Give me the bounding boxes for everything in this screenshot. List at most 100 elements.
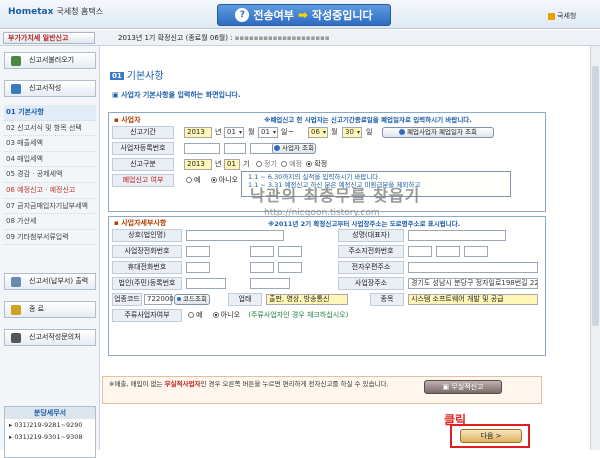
period-start-month[interactable]: 01 bbox=[224, 127, 244, 138]
closing-no-radio[interactable] bbox=[210, 177, 217, 183]
day-unit: 일 bbox=[281, 128, 288, 136]
regular-radio[interactable] bbox=[256, 161, 262, 167]
menu-item-scheduled[interactable]: 06 예정신고 · 예정신고 bbox=[4, 183, 96, 199]
bizno-part-1[interactable] bbox=[184, 143, 220, 154]
corpno-1[interactable] bbox=[186, 278, 226, 289]
final-radio[interactable] bbox=[306, 161, 313, 167]
name-label: 상호(법인명) bbox=[112, 229, 182, 242]
homephone-3[interactable] bbox=[464, 246, 488, 257]
year-unit: 년 bbox=[215, 128, 222, 136]
year-unit-3: 년 bbox=[215, 160, 222, 168]
print-button[interactable]: 신고서(납부서) 출력 bbox=[4, 273, 96, 290]
closure-date-search-button[interactable]: 폐업사업자 폐업일자 조회 bbox=[382, 127, 494, 138]
bizno-part-2[interactable] bbox=[224, 143, 246, 154]
liquor-yes-radio[interactable] bbox=[188, 312, 194, 318]
step-menu: 01 기본사항 02 신고서식 및 항목 선택 03 매출세액 04 매입세액 … bbox=[4, 105, 96, 246]
range-tilde: ~ bbox=[288, 128, 294, 136]
load-return-button[interactable]: 신고서불러오기 bbox=[4, 52, 96, 69]
item-input[interactable]: 시스템 소프트웨어 개발 및 공급 bbox=[408, 294, 538, 305]
menu-item-forms[interactable]: 02 신고서식 및 항목 선택 bbox=[4, 121, 96, 137]
doc-icon: ▣ bbox=[442, 383, 452, 391]
menu-item-penalty[interactable]: 08 가산세 bbox=[4, 214, 96, 230]
email-label: 전자우편주소 bbox=[338, 261, 404, 274]
business-section-title: ▪ 사업자 bbox=[114, 116, 141, 124]
month-unit-2: 월 bbox=[331, 128, 338, 136]
office-phone-1: ▸ 031)219-9281~9290 bbox=[9, 421, 83, 429]
nts-logo: 국세청 bbox=[548, 11, 576, 21]
business-search-button[interactable]: 사업자 조회 bbox=[272, 143, 316, 154]
term-unit: 기 bbox=[243, 160, 250, 168]
addr-label: 사업장주소 bbox=[338, 277, 404, 290]
question-icon: ? bbox=[235, 8, 250, 22]
scroll-thumb[interactable] bbox=[592, 66, 599, 326]
search-icon bbox=[399, 129, 406, 135]
nts-icon bbox=[548, 12, 555, 20]
day-unit-2: 일 bbox=[366, 128, 373, 136]
filing-term[interactable]: 01 bbox=[224, 159, 240, 170]
site-name: 국세청 홈택스 bbox=[56, 7, 104, 16]
code-label: 업종코드 bbox=[112, 293, 142, 306]
rep-input[interactable] bbox=[408, 230, 506, 241]
bizno-label: 사업자등록번호 bbox=[112, 142, 174, 155]
detail-section-title: ▪ 사업자세부사항 bbox=[114, 219, 167, 227]
closing-yes-radio[interactable] bbox=[186, 177, 192, 183]
liquor-no-radio[interactable] bbox=[212, 312, 219, 318]
period-end-month[interactable]: 06 bbox=[308, 127, 328, 138]
page-number: 01 bbox=[110, 72, 124, 80]
page-title: 01 기본사항 bbox=[110, 71, 164, 82]
liquor-note: (주류사업자인 경우 체크하십시오) bbox=[248, 311, 349, 319]
corpno-label: 법인(주민)등록번호 bbox=[112, 277, 182, 290]
watermark-text: 낙관의 최충무를 찾읍기 bbox=[250, 186, 421, 205]
scheduled-radio[interactable] bbox=[281, 161, 288, 167]
homephone-2[interactable] bbox=[436, 246, 460, 257]
business-section-note: ※폐업신고 한 사업자는 신고기간종료일을 폐업일자로 입력하시기 바랍니다. bbox=[264, 116, 472, 124]
bizphone-3[interactable] bbox=[278, 246, 302, 257]
menu-item-basic[interactable]: 01 기본사항 bbox=[4, 105, 96, 121]
addr-input[interactable]: 경기도 성남시 분당구 정자일로198번길 22 3 bbox=[408, 278, 538, 289]
mobile-2[interactable] bbox=[250, 262, 274, 273]
biz-input[interactable]: 출판, 영상, 방송통신 bbox=[266, 294, 348, 305]
menu-item-deduction[interactable]: 05 경감 · 공제세액 bbox=[4, 167, 96, 183]
sidebar: 신고서불러오기 신고서작성 01 기본사항 02 신고서식 및 항목 선택 03… bbox=[0, 46, 100, 458]
mobile-3[interactable] bbox=[278, 262, 302, 273]
contact-button[interactable]: 신고서작성문의처 bbox=[4, 329, 96, 346]
corpno-2[interactable] bbox=[250, 278, 290, 289]
period-end-day[interactable]: 30 bbox=[342, 127, 362, 138]
hometax-logo[interactable]: Hometax 국세청 홈택스 bbox=[8, 6, 103, 17]
exit-button[interactable]: 종 료 bbox=[4, 301, 96, 318]
bizphone-1[interactable] bbox=[186, 246, 210, 257]
filing-type-label: 신고구분 bbox=[112, 158, 174, 171]
bizphone-label: 사업장전화번호 bbox=[112, 245, 182, 258]
filing-year[interactable]: 2013 bbox=[184, 159, 212, 170]
code-input[interactable]: 722000 bbox=[144, 294, 174, 305]
filing-type-options: 정기 예정 확정 bbox=[254, 159, 327, 170]
liquor-label: 주류사업자여부 bbox=[112, 309, 182, 322]
biz-label: 업태 bbox=[228, 293, 262, 306]
next-button[interactable]: 다음 > bbox=[460, 429, 522, 443]
homephone-1[interactable] bbox=[408, 246, 432, 257]
closing-label: 폐업신고 여부 bbox=[112, 174, 174, 187]
period-label: 신고기간 bbox=[112, 126, 174, 139]
liquor-options: 예 아니오 (주류사업자인 경우 체크하십시오) bbox=[186, 310, 348, 321]
title-bar: 부가가치세 일반신고 2013년 1기 확정신고 (종료월 06월) : ▪▪▪… bbox=[0, 30, 600, 46]
period-start-year[interactable]: 2013 bbox=[184, 127, 212, 138]
banner-left: 전송여부 bbox=[253, 9, 294, 22]
mobile-1[interactable] bbox=[186, 262, 210, 273]
bizphone-2[interactable] bbox=[250, 246, 274, 257]
menu-item-sales-tax[interactable]: 03 매출세액 bbox=[4, 136, 96, 152]
printer-icon bbox=[11, 277, 21, 287]
menu-item-purchase-tax[interactable]: 04 매입세액 bbox=[4, 152, 96, 168]
scrollbar[interactable] bbox=[590, 46, 600, 450]
status-banner: ? 전송여부 ➡ 작성중입니다 bbox=[217, 4, 391, 26]
write-return-button[interactable]: 신고서작성 bbox=[4, 80, 96, 97]
email-input[interactable] bbox=[408, 262, 538, 273]
office-phone-2: ▸ 031)219-9301~9308 bbox=[9, 433, 83, 441]
menu-item-gold[interactable]: 07 금지금매입자기납부세액 bbox=[4, 199, 96, 215]
code-search-button[interactable]: 코드조회 bbox=[174, 294, 210, 305]
folder-icon bbox=[11, 56, 21, 66]
name-input[interactable] bbox=[186, 230, 284, 241]
no-performance-button[interactable]: ▣ 무실적신고 bbox=[424, 380, 502, 394]
period-start-day[interactable]: 01 bbox=[258, 127, 278, 138]
menu-item-attachments[interactable]: 09 기타첨부서류입력 bbox=[4, 230, 96, 246]
document-icon bbox=[11, 84, 21, 94]
